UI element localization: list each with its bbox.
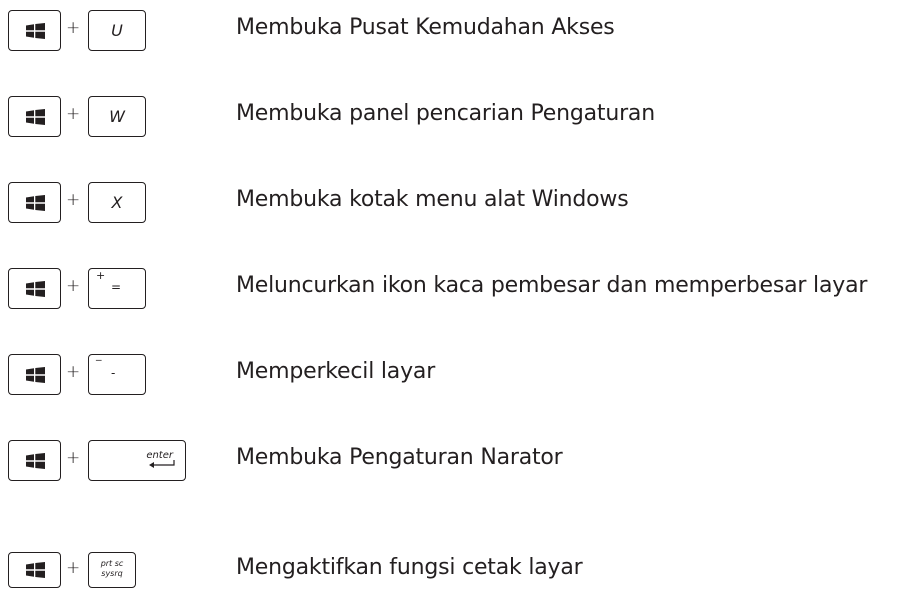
key-label: W <box>109 107 125 126</box>
shortcut-description: Membuka Pengaturan Narator <box>236 445 563 470</box>
enter-arrow-icon <box>149 460 175 468</box>
windows-logo-icon <box>26 367 45 383</box>
plus-sign: + <box>66 276 81 296</box>
shortcut-description: Mengaktifkan fungsi cetak layar <box>236 555 583 580</box>
key-label: prt sc sysrq <box>89 559 135 579</box>
shortcut-description: Meluncurkan ikon kaca pembesar dan mempe… <box>236 273 868 298</box>
plus-sign: + <box>66 448 81 468</box>
plus-sign: + <box>66 18 81 38</box>
shortcut-row-x: + X Membuka kotak menu alat Windows <box>0 182 911 226</box>
windows-logo-icon <box>26 195 45 211</box>
windows-logo-icon <box>26 23 45 39</box>
windows-key <box>8 182 61 223</box>
windows-logo-icon <box>26 281 45 297</box>
shortcut-row-w: + W Membuka panel pencarian Pengaturan <box>0 96 911 140</box>
plus-sign: + <box>66 104 81 124</box>
windows-key <box>8 354 61 395</box>
windows-key <box>8 440 61 481</box>
key-label: U <box>111 21 123 40</box>
key-shift-label: + <box>96 269 106 282</box>
shortcut-description: Memperkecil layar <box>236 359 436 384</box>
key-label: X <box>111 193 123 212</box>
key-print-screen: prt sc sysrq <box>88 552 136 588</box>
shortcut-row-enter: + enter Membuka Pengaturan Narator <box>0 440 911 484</box>
shortcut-row-print-screen: + prt sc sysrq Mengaktifkan fungsi cetak… <box>0 550 911 594</box>
shortcut-row-minus: + _ - Memperkecil layar <box>0 348 911 398</box>
key-bottom-label: sysrq <box>101 569 123 578</box>
key-u: U <box>88 10 146 51</box>
shortcut-description: Membuka kotak menu alat Windows <box>236 187 629 212</box>
windows-key <box>8 10 61 51</box>
plus-sign: + <box>66 362 81 382</box>
windows-logo-icon <box>26 562 45 578</box>
key-shift-label: _ <box>96 348 102 361</box>
windows-key <box>8 552 61 588</box>
key-plus-equals: + = <box>88 268 146 309</box>
windows-logo-icon <box>26 453 45 469</box>
key-minus: _ - <box>88 348 146 395</box>
windows-key <box>8 268 61 309</box>
key-top-label: prt sc <box>100 559 124 568</box>
shortcut-description: Membuka panel pencarian Pengaturan <box>236 101 655 126</box>
key-w: W <box>88 96 146 137</box>
shortcut-description: Membuka Pusat Kemudahan Akses <box>236 15 615 40</box>
key-main-label: = <box>111 280 122 294</box>
key-x: X <box>88 182 146 223</box>
windows-logo-icon <box>26 109 45 125</box>
key-enter: enter <box>88 440 186 481</box>
shortcut-row-plus: + + = Meluncurkan ikon kaca pembesar dan… <box>0 268 911 312</box>
plus-sign: + <box>66 190 81 210</box>
windows-key <box>8 96 61 137</box>
plus-sign: + <box>66 558 81 578</box>
key-main-label: - <box>111 366 116 380</box>
shortcut-row-u: + U Membuka Pusat Kemudahan Akses <box>0 10 911 54</box>
